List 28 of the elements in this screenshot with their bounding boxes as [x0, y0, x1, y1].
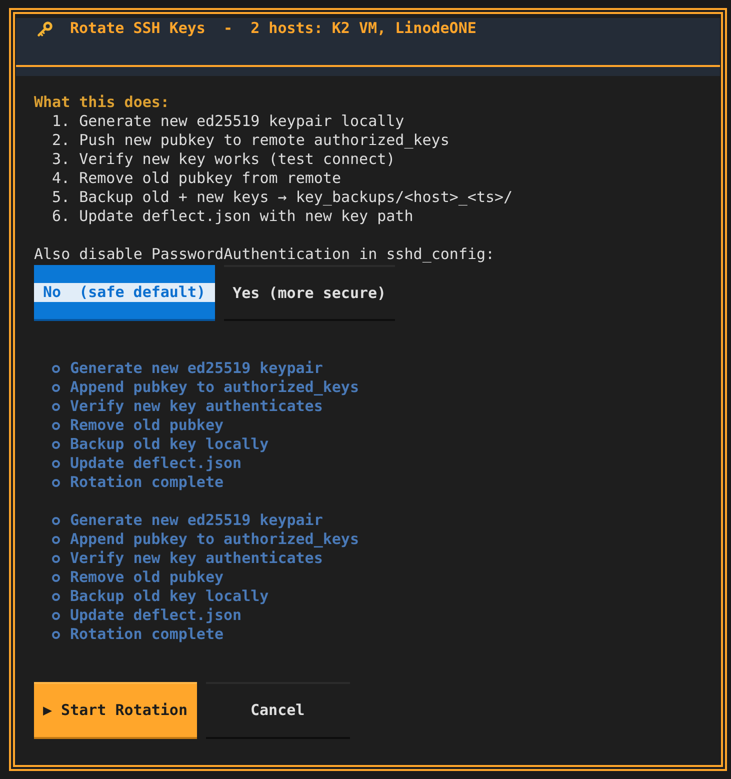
key-icon: [37, 20, 53, 36]
cancel-button[interactable]: Cancel: [206, 682, 350, 739]
progress-step: Rotation complete: [70, 473, 224, 492]
progress-step: Generate new ed25519 keypair: [70, 359, 323, 378]
progress-step: Rotation complete: [70, 625, 224, 644]
step-description: 4. Remove old pubkey from remote: [51, 169, 342, 188]
progress-step: Update deflect.json: [70, 606, 242, 625]
start-rotation-button[interactable]: ▶ Start Rotation: [34, 682, 196, 739]
step-description: 6. Update deflect.json with new key path: [51, 207, 414, 226]
option-button[interactable]: Yes (more secure): [224, 265, 396, 321]
dialog-title: Rotate SSH Keys - 2 hosts: K2 VM, LinodeONE: [70, 19, 476, 38]
progress-step: Remove old pubkey: [70, 568, 224, 587]
progress-step: Remove old pubkey: [70, 416, 224, 435]
step-description: 5. Backup old + new keys → key_backups/<host>_<ts>/: [51, 188, 514, 207]
option-button[interactable]: No (safe default): [34, 265, 215, 321]
step-description: 2. Push new pubkey to remote authorized_keys: [51, 131, 450, 150]
progress-step: Verify new key authenticates: [70, 549, 323, 568]
section-heading: What this does:: [34, 93, 170, 112]
progress-step: Verify new key authenticates: [70, 397, 323, 416]
progress-step: Append pubkey to authorized_keys: [70, 530, 359, 549]
progress-step: Update deflect.json: [70, 454, 242, 473]
progress-step: Generate new ed25519 keypair: [70, 511, 323, 530]
progress-step: Append pubkey to authorized_keys: [70, 378, 359, 397]
progress-step: Backup old key locally: [70, 435, 269, 454]
progress-step: Backup old key locally: [70, 587, 269, 606]
option-label: Also disable PasswordAuthentication in sshd_config:: [34, 245, 496, 264]
step-description: 3. Verify new key works (test connect): [51, 150, 396, 169]
step-description: 1. Generate new ed25519 keypair locally: [51, 112, 406, 131]
